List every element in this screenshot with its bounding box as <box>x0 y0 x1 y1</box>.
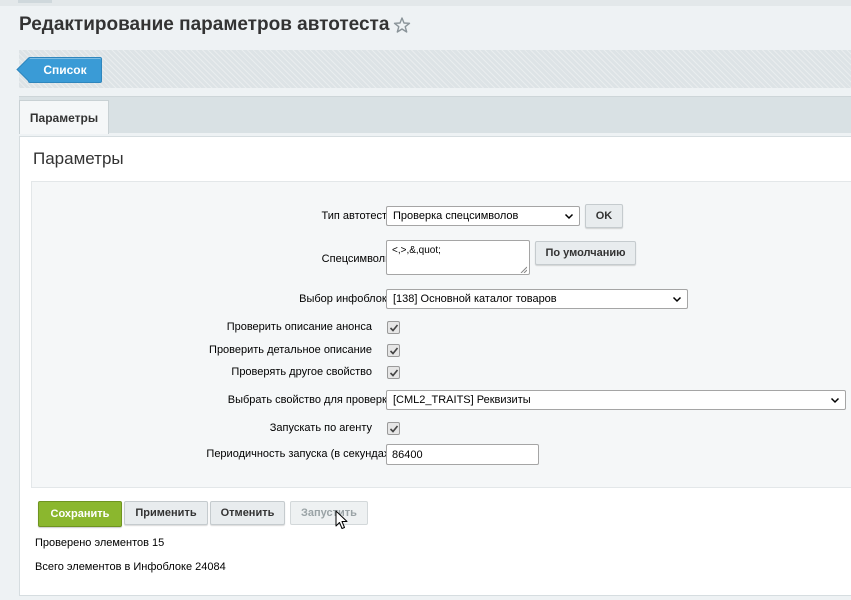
period-input[interactable]: 86400 <box>386 444 539 465</box>
page-title: Редактирование параметров автотеста <box>19 14 390 35</box>
chevron-down-icon <box>564 211 574 221</box>
form-box: Тип автотеста Проверка спецсимволов OK С… <box>31 181 851 488</box>
total-count-text: Всего элементов в Инфоблоке 24084 <box>35 561 226 573</box>
tab-parameters[interactable]: Параметры <box>19 100 109 134</box>
chevron-down-icon <box>830 395 840 405</box>
top-strip-hint <box>18 0 52 3</box>
property-value: [CML2_TRAITS] Реквизиты <box>393 394 531 406</box>
ok-button[interactable]: OK <box>585 204 623 228</box>
check-preview-label: Проверить описание анонса <box>226 321 372 333</box>
infoblock-select[interactable]: [138] Основной каталог товаров <box>386 289 688 309</box>
apply-button[interactable]: Применить <box>124 501 208 525</box>
mouse-pointer-icon <box>335 510 349 530</box>
check-preview-checkbox[interactable] <box>387 321 400 334</box>
back-to-list-button[interactable]: Список <box>28 57 102 83</box>
default-button[interactable]: По умолчанию <box>535 241 636 265</box>
infoblock-value: [138] Основной каталог товаров <box>393 293 557 305</box>
run-button[interactable]: Запустить <box>290 501 368 525</box>
property-select[interactable]: [CML2_TRAITS] Реквизиты <box>386 390 846 410</box>
special-chars-label: Спецсимволы <box>321 253 393 265</box>
settings-panel: Параметры Тип автотеста Проверка спецсим… <box>19 136 851 596</box>
tabs-bar: Параметры <box>19 96 851 134</box>
toolbar: Список <box>19 50 851 88</box>
test-type-select[interactable]: Проверка спецсимволов <box>386 206 580 226</box>
check-other-label: Проверять другое свойство <box>231 366 372 378</box>
period-label: Периодичность запуска (в секундах) <box>206 448 393 460</box>
test-type-value: Проверка спецсимволов <box>393 210 519 222</box>
save-button[interactable]: Сохранить <box>38 501 122 527</box>
section-title: Параметры <box>33 149 124 168</box>
top-strip <box>0 0 851 6</box>
cancel-button[interactable]: Отменить <box>210 501 285 525</box>
checked-count-text: Проверено элементов 15 <box>35 537 165 549</box>
test-type-label: Тип автотеста <box>321 210 393 222</box>
check-other-checkbox[interactable] <box>387 366 400 379</box>
chevron-down-icon <box>672 294 682 304</box>
property-label: Выбрать свойство для проверки <box>227 394 393 406</box>
infoblock-label: Выбор инфоблока <box>299 293 393 305</box>
run-by-agent-label: Запускать по агенту <box>269 422 372 434</box>
check-detail-checkbox[interactable] <box>387 344 400 357</box>
back-to-list-label: Список <box>43 63 87 77</box>
run-by-agent-checkbox[interactable] <box>387 422 400 435</box>
resize-grip-icon[interactable] <box>520 265 528 274</box>
special-chars-textarea[interactable]: <,>,&,quot; <box>386 240 530 275</box>
star-icon[interactable] <box>393 16 411 34</box>
check-detail-label: Проверить детальное описание <box>209 344 372 356</box>
special-chars-value: <,>,&,quot; <box>392 245 441 256</box>
